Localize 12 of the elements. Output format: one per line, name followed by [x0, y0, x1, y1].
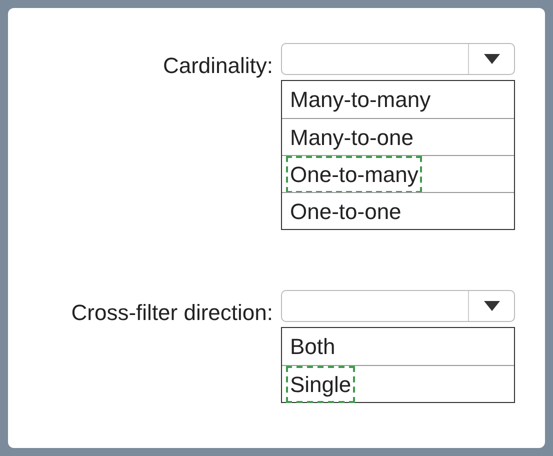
dropdown-option[interactable]: One-to-one	[286, 192, 406, 230]
dropdown-option[interactable]: Both	[286, 328, 340, 365]
caret-icon	[484, 301, 500, 311]
caret-icon	[484, 54, 500, 64]
dropdown-option[interactable]: Many-to-many	[286, 81, 435, 118]
dropdown-option[interactable]: One-to-many	[286, 156, 422, 192]
answer-dropdown[interactable]	[281, 43, 515, 75]
field-label: Cross-filter direction:	[71, 299, 273, 327]
dropdown-option[interactable]: Many-to-one	[286, 118, 418, 156]
dropdown-option[interactable]: Single	[286, 366, 356, 402]
field-label: Cardinality:	[162, 52, 273, 80]
answer-dropdown[interactable]	[281, 290, 515, 322]
